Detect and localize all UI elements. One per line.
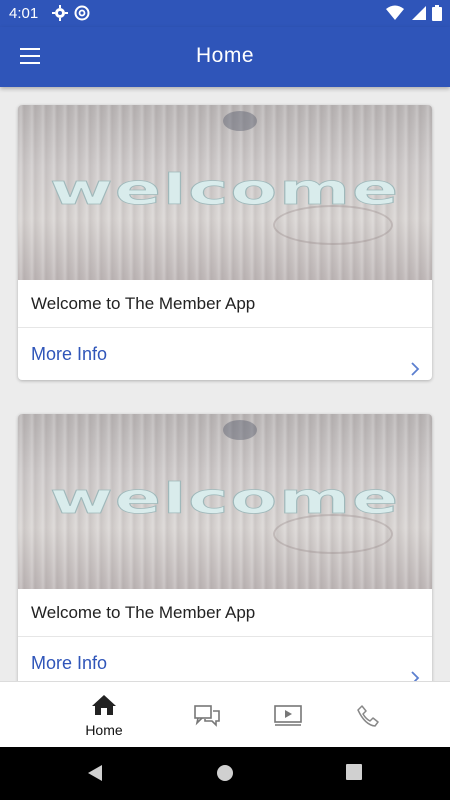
back-icon[interactable] [86, 764, 104, 787]
welcome-card[interactable]: welcome Welcome to The Member App More I… [18, 105, 432, 380]
nav-home-label: Home [85, 722, 123, 738]
content-scroll[interactable]: welcome Welcome to The Member App More I… [0, 87, 450, 681]
card-title: Welcome to The Member App [18, 280, 432, 328]
gear-icon [52, 5, 68, 26]
chevron-right-icon [410, 654, 420, 681]
bottom-nav: Home [0, 681, 450, 747]
wifi-icon [386, 5, 404, 26]
more-info-label: More Info [31, 344, 108, 364]
page-title: Home [195, 44, 255, 67]
card-image: welcome [18, 414, 432, 589]
chevron-right-icon [410, 345, 420, 380]
more-info-link[interactable]: More Info [18, 328, 432, 380]
chat-icon [194, 705, 220, 732]
welcome-letters: welcome [49, 165, 400, 215]
video-icon [274, 705, 302, 732]
home-circle-icon[interactable] [216, 764, 234, 787]
welcome-image-text: welcome [50, 474, 400, 523]
status-time: 4:01 [9, 5, 39, 22]
more-info-link[interactable]: More Info [18, 637, 432, 681]
nav-home[interactable]: Home [74, 682, 134, 748]
app-bar: Home [0, 27, 450, 87]
welcome-image-text: welcome [50, 165, 400, 214]
system-nav-bar [0, 747, 450, 800]
more-info-label: More Info [31, 653, 108, 673]
nav-phone[interactable] [348, 682, 388, 748]
at-sign-icon [74, 5, 90, 26]
welcome-card[interactable]: welcome Welcome to The Member App More I… [18, 414, 432, 681]
card-image: welcome [18, 105, 432, 280]
battery-icon [432, 5, 442, 26]
status-bar: 4:01 [0, 0, 450, 27]
nav-video[interactable] [266, 682, 310, 748]
recents-icon[interactable] [346, 764, 362, 785]
status-right-icons [386, 5, 442, 26]
welcome-letters: welcome [49, 474, 400, 524]
home-icon [91, 694, 117, 721]
status-left-icons [52, 5, 90, 26]
signal-icon [410, 5, 426, 26]
card-title: Welcome to The Member App [18, 589, 432, 637]
phone-icon [357, 705, 379, 732]
nav-chat[interactable] [185, 682, 229, 748]
